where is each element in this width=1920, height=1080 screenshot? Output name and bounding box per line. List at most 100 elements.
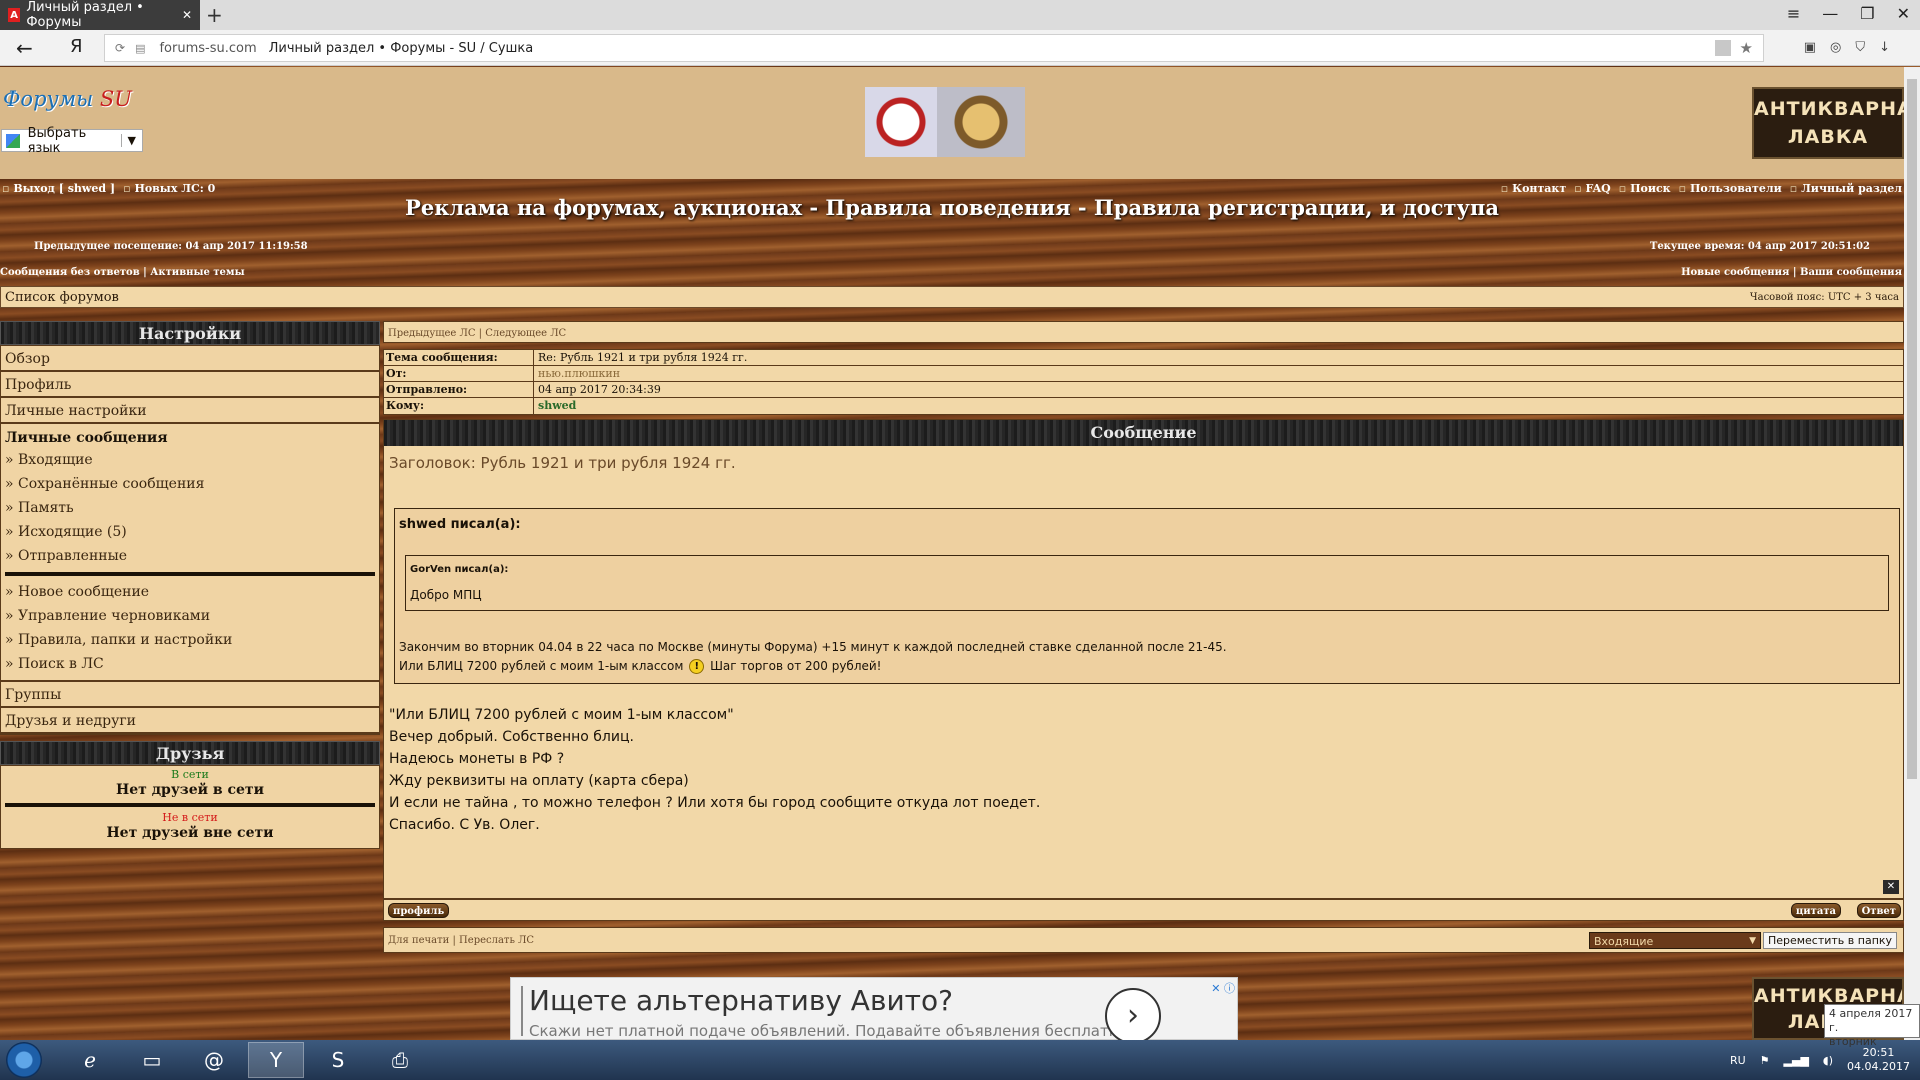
pm-drafts[interactable]: » Управление черновиками [5,604,375,628]
contact-icon: ▫ [1500,182,1509,195]
exclamation-smiley-icon: ! [689,659,705,674]
avito-ad[interactable]: Ищете альтернативу Авито? Скажи нет плат… [510,977,1238,1040]
pm-search[interactable]: » Поиск в ЛС [5,652,375,676]
report-close-icon[interactable]: ✕ [1883,880,1899,894]
subject-label: Тема сообщения: [384,350,534,365]
nav-search[interactable]: ▫ Поиск [1619,182,1671,195]
download-icon[interactable]: ↓ [1879,40,1890,55]
settings-header: Настройки [0,321,380,345]
extension-1-icon[interactable]: ▣ [1804,40,1816,55]
move-to-folder-button[interactable]: Переместить в папку [1763,932,1897,949]
pm-folder-outbox[interactable]: » Исходящие (5) [5,520,375,544]
forum-list-link[interactable]: Список форумов [5,290,119,305]
sidebar-item-friends-foes[interactable]: Друзья и недруги [1,708,379,734]
pm-rules-folders[interactable]: » Правила, папки и настройки [5,628,375,652]
from-user-link[interactable]: нью.плюшкин [534,366,620,381]
to-row: Кому: shwed [384,398,1903,414]
user-nav: ▫ Выход [ shwed ] ▫ Новых ЛС: 0 [2,182,215,195]
new-own-posts-links[interactable]: Новые сообщения | Ваши сообщения [1681,267,1902,278]
to-user-link[interactable]: shwed [534,398,576,414]
url-page-title: Личный раздел • Форумы - SU / Сушка [268,40,534,56]
yandex-browser-icon[interactable]: Y [248,1042,304,1078]
faq-icon: ▫ [1574,182,1582,195]
antique-shop-ad-top[interactable]: АНТИКВАРНАЯ ЛАВКА [1752,87,1904,159]
flag-icon[interactable]: ⚑ [1760,1054,1770,1067]
rules-banner[interactable]: Реклама на форумах, аукционах - Правила … [0,195,1904,220]
extension-2-icon[interactable]: ◎ [1830,40,1841,55]
page-info-icon[interactable]: ▤ [135,42,145,55]
nav-faq[interactable]: ▫ FAQ [1574,182,1611,195]
url-field[interactable]: ⟳ ▤ forums-su.com Личный раздел • Форумы… [104,34,1764,62]
profile-button[interactable]: профиль [388,903,450,918]
tab-active[interactable]: A Личный раздел • Форумы ✕ [0,0,200,30]
nav-users[interactable]: ▫ Пользователи [1679,182,1782,195]
logout-link[interactable]: ▫ Выход [ shwed ] [2,182,115,195]
pm-folder-sent[interactable]: » Отправленные [5,544,375,568]
mail-icon[interactable]: @ [186,1042,242,1078]
body-line: Надеюсь монеты в РФ ? [389,751,565,767]
ie-icon[interactable]: ℯ [62,1042,118,1078]
network-icon[interactable]: ▂▄▆ [1784,1054,1809,1067]
pm-folder-inbox[interactable]: » Входящие [5,448,375,472]
sidebar-item-profile[interactable]: Профиль [1,372,379,398]
nav-personal[interactable]: ▫ Личный раздел [1790,182,1902,195]
search-icon: ▫ [1618,182,1627,195]
site-logo[interactable]: Форумы SU [3,87,132,111]
minimize-icon[interactable]: — [1822,4,1838,23]
start-button[interactable] [6,1042,42,1078]
sidebar-item-groups[interactable]: Группы [1,682,379,708]
body-line: Спасибо. С Ув. Олег. [389,817,540,833]
folder-select[interactable]: Входящие ▼ [1589,932,1761,949]
ad-close-icon[interactable]: ✕ ⓘ [1211,980,1235,996]
yandex-logo-icon[interactable]: Я [70,36,83,57]
print-forward-links[interactable]: Для печати | Переслать ЛС [388,935,534,946]
pm-folder-saved[interactable]: » Сохранённые сообщения [5,472,375,496]
quote-inner: GorVen писал(а): Добро МПЦ [405,555,1889,611]
menu-icon[interactable]: ≡ [1787,4,1800,23]
tab-close-icon[interactable]: ✕ [182,8,192,22]
new-pm-label: Новых ЛС: 0 [134,182,216,195]
sidebar-item-overview[interactable]: Обзор [1,346,379,372]
pm-section-title[interactable]: Личные сообщения [5,428,375,448]
pm-folder-memory[interactable]: » Память [5,496,375,520]
maximize-icon[interactable]: ❐ [1860,4,1874,23]
printer-icon[interactable]: ⎙ [372,1042,428,1078]
scrollbar-thumb[interactable] [1907,79,1917,779]
windows-taskbar: ℯ ▭ @ Y S ⎙ RU ⚑ ▂▄▆ ◖) 20:51 04.04.2017 [0,1040,1920,1080]
close-window-icon[interactable]: ✕ [1897,4,1910,23]
medals-banner[interactable] [865,87,1025,157]
shield-icon[interactable]: ⛉ [1855,40,1865,55]
explorer-icon[interactable]: ▭ [124,1042,180,1078]
back-button[interactable]: ← [16,36,33,60]
subject-row: Тема сообщения: Re: Рубль 1921 и три руб… [384,350,1903,366]
clock[interactable]: 20:51 04.04.2017 [1847,1046,1910,1074]
sidebar-item-preferences[interactable]: Личные настройки [1,398,379,424]
message-title: Заголовок: Рубль 1921 и три рубля 1924 г… [389,454,736,472]
language-select[interactable]: Выбрать язык ▼ [1,126,143,156]
quote-author: shwed писал(а): [399,517,521,532]
message-body: "Или БЛИЦ 7200 рублей с моим 1-ым классо… [389,704,1040,836]
chevron-right-icon[interactable]: › [1105,988,1161,1040]
language-indicator[interactable]: RU [1730,1054,1746,1067]
ucp-sidebar: Настройки Обзор Профиль Личные настройки… [0,321,380,849]
new-tab-button[interactable]: + [206,3,223,27]
body-line: Жду реквизиты на оплату (карта сбера) [389,773,689,789]
volume-icon[interactable]: ◖) [1823,1054,1833,1067]
pm-new-message[interactable]: » Новое сообщение [5,580,375,604]
nav-contact[interactable]: ▫ Контакт [1501,182,1566,195]
quote-line-2: Или БЛИЦ 7200 рублей с моим 1-ым классом… [399,659,882,674]
unanswered-active-links[interactable]: Сообщения без ответов | Активные темы [0,267,245,278]
skype-icon[interactable]: S [310,1042,366,1078]
star-icon[interactable]: ★ [1740,39,1753,57]
friends-header: Друзья [0,741,380,765]
pm-prev-next-nav[interactable]: Предыдущее ЛС | Следующее ЛС [383,321,1904,343]
reload-icon[interactable]: ⟳ [115,41,125,55]
quote-button[interactable]: цитата [1790,903,1841,918]
online-label: В сети [171,768,209,781]
bookmark-page-icon[interactable] [1715,40,1731,56]
friends-divider [5,803,375,807]
page-scrollbar[interactable] [1904,67,1920,1040]
to-label: Кому: [384,398,534,414]
new-pm-link[interactable]: ▫ Новых ЛС: 0 [123,182,215,195]
reply-button[interactable]: Ответ [1856,903,1901,918]
